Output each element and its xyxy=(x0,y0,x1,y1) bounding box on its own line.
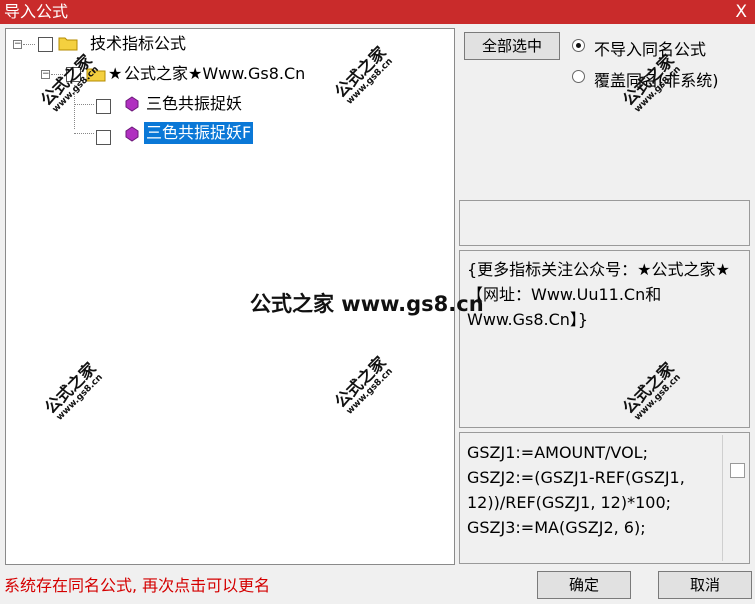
folder-icon xyxy=(86,68,106,82)
tree-label-group: ★ xyxy=(108,64,123,83)
scrollbar[interactable] xyxy=(722,435,723,561)
tree-node-group[interactable]: − ★ 公式之家★Www.Gs8.Cn xyxy=(6,63,446,85)
tree-label-group-full: 公式之家★Www.Gs8.Cn xyxy=(124,64,306,83)
code-line: GSZJ2:=(GSZJ1-REF(GSZJ1, xyxy=(467,468,685,487)
checkbox-group[interactable] xyxy=(66,67,81,82)
checkbox-root[interactable] xyxy=(38,37,53,52)
tree-node-root[interactable]: − 技术指标公式 xyxy=(6,33,446,55)
cancel-button[interactable]: 取消 xyxy=(658,571,752,599)
collapse-icon[interactable]: − xyxy=(13,40,22,49)
formula-name-box xyxy=(459,200,750,246)
tree-item-label: 三色共振捉妖 xyxy=(146,94,243,113)
formula-gem-icon xyxy=(125,96,139,112)
code-line: GSZJ3:=MA(GSZJ2, 6); xyxy=(467,518,646,537)
status-message: 系统存在同名公式, 再次点击可以更名 xyxy=(4,576,271,595)
radio-no-import[interactable] xyxy=(572,39,585,52)
window-title: 导入公式 xyxy=(4,2,69,21)
radio-overwrite[interactable] xyxy=(572,70,585,83)
select-all-button[interactable]: 全部选中 xyxy=(464,32,560,60)
tree-connector xyxy=(74,133,94,134)
close-icon[interactable]: X xyxy=(735,0,747,24)
tree-item-label-selected: 三色共振捉妖F xyxy=(144,122,254,144)
watermark-center: 公式之家 www.gs8.cn xyxy=(250,292,484,316)
description-text: {更多指标关注公众号：★公式之家★ 【网址：Www.Uu11.Cn和Www.Gs… xyxy=(467,260,730,329)
collapse-icon[interactable]: − xyxy=(41,70,50,79)
tree-connector xyxy=(23,44,35,45)
tree-connector xyxy=(74,104,94,105)
checkbox-item[interactable] xyxy=(96,99,111,114)
tree-connector xyxy=(51,74,63,75)
folder-icon xyxy=(58,37,78,51)
code-box: GSZJ1:=AMOUNT/VOL; GSZJ2:=(GSZJ1-REF(GSZ… xyxy=(459,432,750,564)
checkbox-item[interactable] xyxy=(96,130,111,145)
tree-item[interactable]: 三色共振捉妖F xyxy=(6,122,446,145)
radio-label-overwrite[interactable]: 覆盖同名(非系统) xyxy=(594,67,719,91)
formula-gem-icon xyxy=(125,126,139,142)
ok-button[interactable]: 确定 xyxy=(537,571,631,599)
description-box: {更多指标关注公众号：★公式之家★ 【网址：Www.Uu11.Cn和Www.Gs… xyxy=(459,250,750,428)
code-line: 12))/REF(GSZJ1, 12)*100; xyxy=(467,493,672,512)
code-line: GSZJ1:=AMOUNT/VOL; xyxy=(467,443,648,462)
title-bar: 导入公式 X xyxy=(0,0,755,24)
tree-item[interactable]: 三色共振捉妖 xyxy=(6,93,446,115)
code-checkbox[interactable] xyxy=(730,463,745,478)
tree-label-root: 技术指标公式 xyxy=(90,34,187,53)
radio-label-no-import[interactable]: 不导入同名公式 xyxy=(594,36,706,60)
